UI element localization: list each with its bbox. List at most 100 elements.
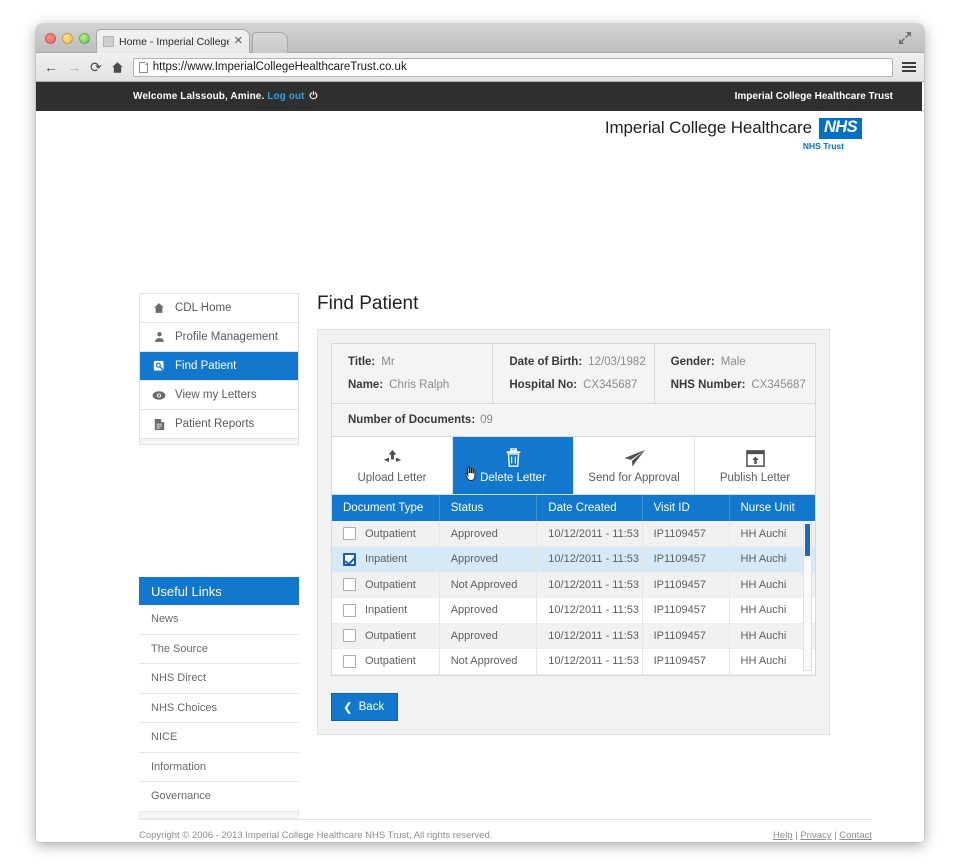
nurse-unit-text: HH Auchi [740, 527, 787, 540]
table-row[interactable]: Outpatient Approved 10/12/2011 - 11:53 I… [332, 521, 815, 547]
find-patient-panel: Title: Mr Name: Chris Ralph Date of Birth:… [317, 329, 830, 735]
close-window-button[interactable] [45, 33, 56, 44]
row-checkbox[interactable] [343, 578, 356, 592]
letter-action-toolbar: Upload Letter Delete Letter Send for App… [331, 437, 816, 495]
logo-band: Imperial College Healthcare NHS NHS Trus… [36, 111, 922, 174]
document-type-text: Outpatient [365, 527, 416, 540]
sidebar-item-profile-management[interactable]: Profile Management [140, 323, 298, 352]
footer-separator: | [834, 830, 837, 841]
table-row[interactable]: Inpatient Approved 10/12/2011 - 11:53 IP… [332, 546, 815, 573]
back-button[interactable]: ❮ Back [331, 692, 399, 721]
copyright-text: Copyright © 2006 - 2013 Imperial College… [139, 830, 493, 841]
delete-letter-button[interactable]: Delete Letter [453, 437, 574, 494]
back-button-label: Back [358, 700, 385, 713]
number-of-documents-value: 09 [480, 414, 493, 426]
cell-date-created: 10/12/2011 - 11:53 [536, 572, 643, 598]
cell-document-type: Outpatient [332, 572, 440, 598]
footer-link-help[interactable]: Help [773, 830, 793, 841]
back-arrow-icon[interactable]: ← [44, 60, 58, 74]
new-tab-button[interactable] [252, 32, 288, 53]
cell-date-created: 10/12/2011 - 11:53 [536, 648, 643, 675]
publish-letter-button[interactable]: Publish Letter [695, 437, 815, 494]
column-header-visit-id[interactable]: Visit ID [642, 495, 730, 521]
useful-link-nhs-direct[interactable]: NHS Direct [139, 664, 299, 694]
useful-link-the-source[interactable]: The Source [139, 634, 299, 664]
page-info-icon [138, 61, 148, 73]
column-header-nurse-unit[interactable]: Nurse Unit [729, 495, 815, 521]
useful-link-news[interactable]: News [139, 605, 299, 635]
sidebar-item-cdl-home[interactable]: CDL Home [140, 294, 298, 323]
forward-arrow-icon[interactable]: → [67, 60, 81, 74]
sidebar-item-view-my-letters[interactable]: View my Letters [140, 381, 298, 410]
patient-hospital-no-row: Hospital No: CX345687 [509, 379, 653, 391]
patient-nhs-number-label: NHS Number: [670, 379, 746, 391]
table-row[interactable]: Outpatient Not Approved 10/12/2011 - 11:… [332, 572, 815, 598]
row-checkbox[interactable] [343, 654, 356, 668]
row-checkbox[interactable] [343, 603, 356, 617]
nurse-unit-text: HH Auchi [740, 655, 787, 668]
reload-icon[interactable]: ⟳ [90, 60, 102, 74]
power-icon[interactable]: ⏻ [309, 91, 317, 102]
fullscreen-icon[interactable] [898, 31, 912, 45]
useful-link-governance[interactable]: Governance [139, 782, 299, 812]
browser-toolbar: ← → ⟳ https://www.ImperialCollegeHealthc… [36, 53, 924, 82]
row-checkbox[interactable] [343, 552, 356, 566]
patient-name-value: Chris Ralph [389, 379, 450, 391]
logout-link[interactable]: Log out [267, 91, 304, 102]
user-icon [152, 331, 166, 343]
hamburger-menu-icon[interactable] [902, 62, 916, 72]
upload-letter-button[interactable]: Upload Letter [332, 437, 453, 494]
patient-info-col-nhs: Gender: Male NHS Number: CX345687 [655, 344, 815, 403]
nhs-trust-label: NHS Trust [802, 140, 844, 151]
sidebar-item-patient-reports[interactable]: Patient Reports [140, 410, 298, 439]
maximize-window-button[interactable] [79, 33, 90, 44]
send-for-approval-button[interactable]: Send for Approval [574, 437, 695, 494]
sidebar-footer-spacer [139, 439, 299, 445]
useful-link-information[interactable]: Information [139, 752, 299, 782]
publish-letter-label: Publish Letter [719, 472, 791, 484]
window-controls [45, 33, 90, 44]
table-scrollbar[interactable] [803, 522, 812, 671]
useful-links-panel: Useful Links News The Source NHS Direct … [139, 577, 299, 819]
row-checkbox[interactable] [343, 527, 356, 540]
patient-dob-row: Date of Birth: 12/03/1982 [509, 356, 653, 368]
document-type-text: Outpatient [365, 629, 416, 642]
page-title: Find Patient [317, 293, 419, 314]
table-header-row: Document Type Status Date Created Visit … [332, 495, 815, 521]
column-header-document-type[interactable]: Document Type [332, 495, 440, 521]
column-header-status[interactable]: Status [439, 495, 538, 521]
column-header-date-created[interactable]: Date Created [536, 495, 643, 521]
close-icon[interactable]: ✕ [234, 36, 243, 47]
welcome-message: Welcome Lalssoub, Amine. Log out ⏻ [133, 91, 317, 102]
home-icon[interactable] [111, 61, 124, 74]
browser-window: Home - Imperial College... ✕ ← → ⟳ https… [36, 24, 924, 842]
address-bar[interactable]: https://www.ImperialCollegeHealthcareTru… [132, 57, 893, 77]
footer-link-privacy[interactable]: Privacy [800, 830, 831, 841]
patient-info-col-admin: Date of Birth: 12/03/1982 Hospital No: CX3… [493, 344, 655, 403]
sidebar-item-find-patient[interactable]: Find Patient [140, 352, 298, 381]
url-text: https://www.ImperialCollegeHealthcareTru… [152, 61, 407, 73]
useful-link-nhs-choices[interactable]: NHS Choices [139, 693, 299, 723]
minimize-window-button[interactable] [62, 33, 73, 44]
useful-link-nice[interactable]: NICE [139, 723, 299, 753]
trash-icon [505, 447, 522, 468]
useful-links-heading: Useful Links [139, 577, 299, 605]
table-row[interactable]: Outpatient Approved 10/12/2011 - 11:53 I… [332, 623, 815, 649]
number-of-documents-label: Number of Documents: [348, 414, 476, 426]
logo-wordmark: Imperial College Healthcare [604, 118, 812, 138]
table-scrollbar-thumb[interactable] [805, 524, 810, 556]
documents-table: Document Type Status Date Created Visit … [332, 495, 815, 675]
table-row[interactable]: Inpatient Approved 10/12/2011 - 11:53 IP… [332, 597, 815, 624]
footer-link-contact[interactable]: Contact [839, 830, 872, 841]
browser-tab[interactable]: Home - Imperial College... ✕ [96, 29, 250, 53]
cell-status: Not Approved [439, 648, 538, 675]
cell-document-type: Inpatient [332, 597, 440, 624]
cell-date-created: 10/12/2011 - 11:53 [536, 521, 643, 547]
table-row[interactable]: Outpatient Not Approved 10/12/2011 - 11:… [332, 648, 815, 675]
cell-document-type: Outpatient [332, 521, 440, 547]
mouse-cursor-icon [464, 466, 476, 481]
row-checkbox[interactable] [343, 629, 356, 643]
patient-gender-value: Male [720, 356, 746, 368]
site-topbar: Welcome Lalssoub, Amine. Log out ⏻ Imper… [36, 82, 922, 111]
sidebar-item-label: CDL Home [175, 302, 232, 314]
